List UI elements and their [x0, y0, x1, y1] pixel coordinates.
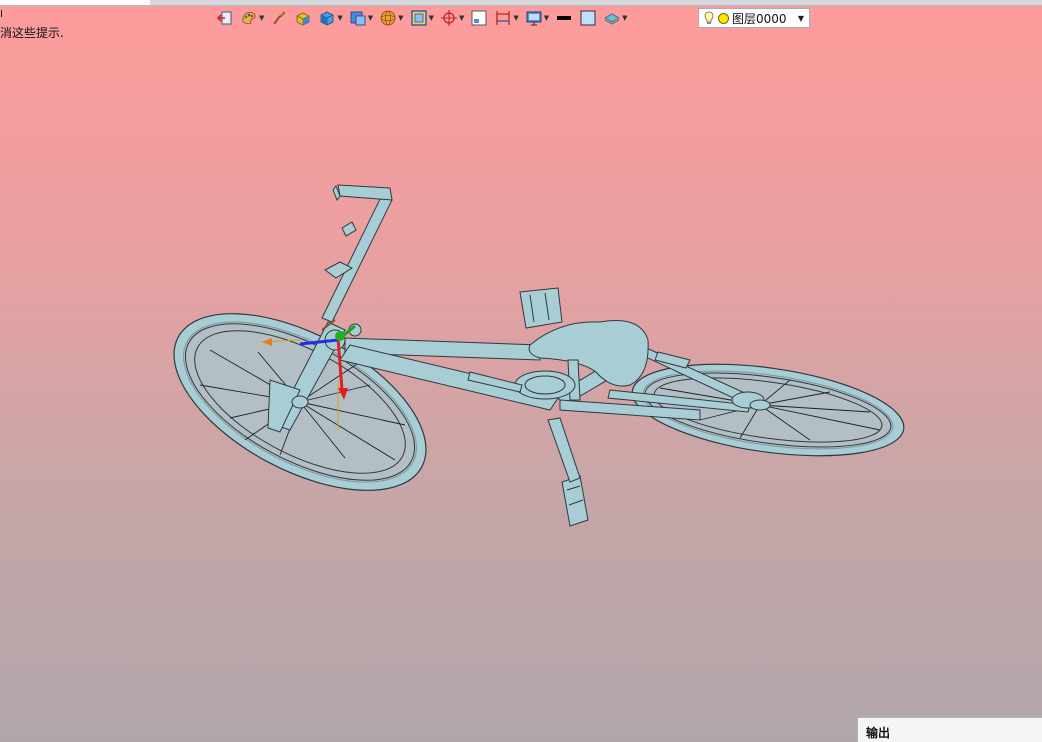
pedal-upper	[519, 287, 563, 329]
bicycle-model[interactable]	[0, 0, 1042, 742]
output-panel[interactable]: 输出	[857, 717, 1042, 742]
handlebar	[321, 184, 393, 323]
output-panel-title: 输出	[866, 726, 891, 740]
pedal-lower	[547, 417, 589, 527]
3d-viewport[interactable]: Ⅰ 消这些提示. ▼ ▼ ▼ ▼ ▼ ▼ ▼ ▼ ▼ 图层0000 ▼ 输出	[0, 0, 1042, 742]
